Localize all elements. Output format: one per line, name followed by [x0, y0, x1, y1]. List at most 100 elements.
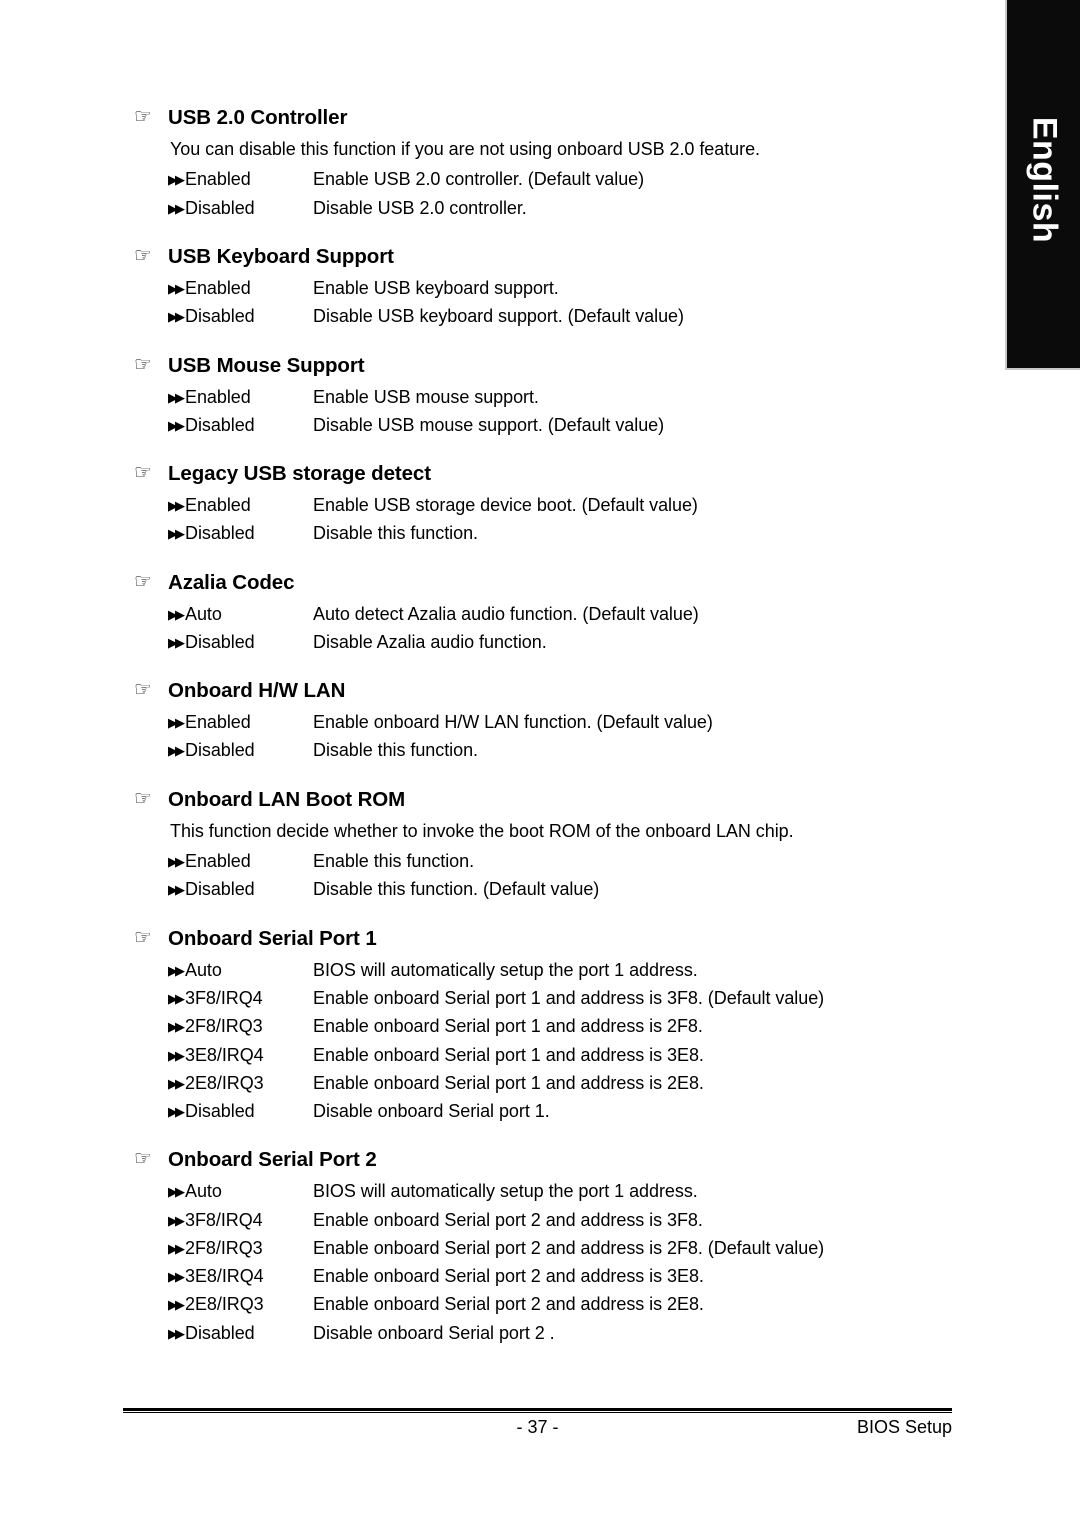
option-value-name: Enabled — [185, 495, 251, 516]
manicule-icon: ☞ — [134, 568, 152, 593]
option-row: ▶▶ Enabled Enable USB keyboard support. — [0, 274, 1005, 302]
page-number: - 37 - — [516, 1417, 559, 1437]
option-value-name: Enabled — [185, 712, 251, 733]
option-description: Disable onboard Serial port 2 . — [313, 1322, 555, 1343]
double-arrow-icon: ▶▶ — [168, 1326, 185, 1342]
bios-option-section: ☞ USB Mouse Support ▶▶ Enabled Enable USB mo… — [0, 352, 1005, 440]
double-arrow-icon: ▶▶ — [168, 992, 185, 1007]
manicule-icon: ☞ — [134, 785, 152, 810]
option-value-name: 2F8/IRQ3 — [185, 1016, 263, 1037]
option-value-name: Enabled — [185, 851, 251, 872]
option-value-name: Disabled — [185, 306, 255, 327]
option-description: BIOS will automatically setup the port 1… — [313, 959, 698, 980]
option-description: Enable USB storage device boot. (Default… — [313, 495, 698, 516]
option-value-name: 3F8/IRQ4 — [185, 988, 263, 1008]
option-description: Enable USB mouse support. — [313, 386, 539, 407]
section-heading: ☞ USB Keyboard Support — [0, 243, 1005, 270]
option-description: Enable onboard Serial port 2 and address… — [313, 1209, 703, 1230]
option-row: ▶▶ 2F8/IRQ3 Enable onboard Serial port 2 a… — [0, 1234, 1005, 1262]
option-row: ▶▶ Enabled Enable USB 2.0 controller. (Def… — [0, 165, 1005, 193]
double-arrow-icon: ▶▶ — [168, 883, 185, 899]
option-description: Disable USB mouse support. (Default valu… — [313, 414, 665, 435]
option-list: ▶▶ Enabled Enable USB storage device boot.… — [0, 491, 1005, 548]
option-row: ▶▶ Enabled Enable this function. — [0, 847, 1005, 875]
double-arrow-icon: ▶▶ — [168, 607, 185, 623]
option-description: Disable USB 2.0 controller. — [313, 197, 527, 218]
option-value-name: Disabled — [185, 631, 255, 652]
manicule-icon: ☞ — [134, 924, 152, 949]
bios-option-section: ☞ Onboard LAN Boot ROM This function decid… — [0, 786, 1005, 904]
double-arrow-icon: ▶▶ — [168, 499, 185, 515]
section-title: USB 2.0 Controller — [168, 106, 348, 129]
option-value-name: Enabled — [185, 278, 251, 299]
option-value-name: Auto — [185, 1181, 222, 1202]
option-list: ▶▶ Auto BIOS will automatically setup the … — [0, 1177, 1005, 1347]
option-row: ▶▶ 2E8/IRQ3 Enable onboard Serial port 1 a… — [0, 1069, 1005, 1097]
option-row: ▶▶ 2E8/IRQ3 Enable onboard Serial port 2 a… — [0, 1290, 1005, 1318]
double-arrow-icon: ▶▶ — [168, 282, 185, 298]
option-description: Enable onboard Serial port 1 and address… — [313, 1044, 704, 1065]
option-value-name: Auto — [185, 603, 222, 624]
option-description: Disable Azalia audio function. — [313, 631, 547, 652]
option-list: ▶▶ Auto BIOS will automatically setup the … — [0, 956, 1005, 1126]
option-row: ▶▶ Disabled Disable USB mouse support. (De… — [0, 411, 1005, 439]
option-value-name: Disabled — [185, 523, 255, 544]
section-title: USB Mouse Support — [168, 353, 365, 377]
double-arrow-icon: ▶▶ — [168, 716, 185, 732]
option-description: Enable USB 2.0 controller. (Default valu… — [313, 169, 645, 190]
manicule-icon: ☞ — [134, 1146, 152, 1171]
section-heading: ☞ Onboard H/W LAN — [0, 677, 1005, 704]
section-title: Onboard H/W LAN — [168, 679, 346, 703]
option-row: ▶▶ Disabled Disable this function. — [0, 736, 1005, 764]
section-heading: ☞ Legacy USB storage detect — [0, 460, 1005, 487]
double-arrow-icon: ▶▶ — [168, 390, 185, 406]
option-row: ▶▶ Disabled Disable this function. — [0, 519, 1005, 547]
option-row: ▶▶ Disabled Disable onboard Serial port 2 … — [0, 1319, 1005, 1347]
option-list: ▶▶ Enabled Enable USB mouse support. ▶▶ Disa… — [0, 383, 1005, 440]
option-description: Enable onboard Serial port 2 and address… — [313, 1237, 825, 1258]
option-list: ▶▶ Enabled Enable USB keyboard support. ▶▶ D… — [0, 274, 1005, 331]
double-arrow-icon: ▶▶ — [168, 1076, 185, 1092]
section-heading: ☞ Azalia Codec — [0, 569, 1005, 596]
option-description: Enable USB keyboard support. — [313, 278, 559, 299]
option-value-name: 3E8/IRQ4 — [185, 1044, 264, 1065]
option-description: BIOS will automatically setup the port 1… — [313, 1181, 698, 1202]
section-title: Onboard LAN Boot ROM — [168, 787, 406, 811]
option-description: Disable USB keyboard support. (Default v… — [313, 306, 684, 327]
section-title: Azalia Codec — [168, 570, 295, 594]
double-arrow-icon: ▶▶ — [168, 1048, 185, 1064]
option-row: ▶▶ 3F8/IRQ4 Enable onboard Serial port 2 a… — [0, 1206, 1005, 1234]
option-row: ▶▶ Auto Auto detect Azalia audio function.… — [0, 600, 1005, 628]
double-arrow-icon: ▶▶ — [168, 1241, 185, 1257]
manicule-icon: ☞ — [134, 351, 152, 376]
language-tab-label: English — [1025, 116, 1063, 244]
option-row: ▶▶ 3F8/IRQ4 Enable onboard Serial port 1 a… — [0, 984, 1005, 1012]
section-title: Onboard Serial Port 1 — [168, 926, 377, 950]
manicule-icon: ☞ — [134, 104, 152, 128]
double-arrow-icon: ▶▶ — [168, 744, 185, 760]
double-arrow-icon: ▶▶ — [168, 1185, 185, 1201]
option-row: ▶▶ Disabled Disable Azalia audio function. — [0, 628, 1005, 656]
language-tab: English — [1005, 0, 1080, 370]
option-row: ▶▶ 3E8/IRQ4 Enable onboard Serial port 2 a… — [0, 1262, 1005, 1290]
option-value-name: Disabled — [185, 1101, 255, 1121]
double-arrow-icon: ▶▶ — [168, 1020, 185, 1036]
option-description: Enable onboard Serial port 1 and address… — [313, 1016, 703, 1037]
footer-row: - 37 - BIOS Setup — [123, 1417, 952, 1445]
bios-option-section: ☞ USB Keyboard Support ▶▶ Enabled Enable USB… — [0, 243, 1005, 331]
page-footer: - 37 - BIOS Setup — [123, 1408, 952, 1445]
double-arrow-icon: ▶▶ — [168, 1270, 185, 1286]
bios-option-section: ☞ USB 2.0 Controller You can disable this … — [0, 104, 1005, 222]
option-value-name: 2F8/IRQ3 — [185, 1237, 263, 1258]
option-description: Enable onboard Serial port 1 and address… — [313, 988, 825, 1008]
double-arrow-icon: ▶▶ — [168, 310, 185, 326]
option-value-name: 2E8/IRQ3 — [185, 1294, 264, 1315]
bios-option-section: ☞ Legacy USB storage detect ▶▶ Enabled Enabl… — [0, 460, 1005, 548]
double-arrow-icon: ▶▶ — [168, 173, 185, 189]
footer-section-label: BIOS Setup — [856, 1417, 952, 1437]
option-description: Enable this function. — [313, 851, 475, 872]
option-value-name: Auto — [185, 959, 222, 980]
option-description: Disable onboard Serial port 1. — [313, 1101, 550, 1121]
option-list: ▶▶ Enabled Enable this function. ▶▶ Disabled… — [0, 847, 1005, 904]
option-description: Enable onboard H/W LAN function. (Defaul… — [313, 712, 713, 733]
